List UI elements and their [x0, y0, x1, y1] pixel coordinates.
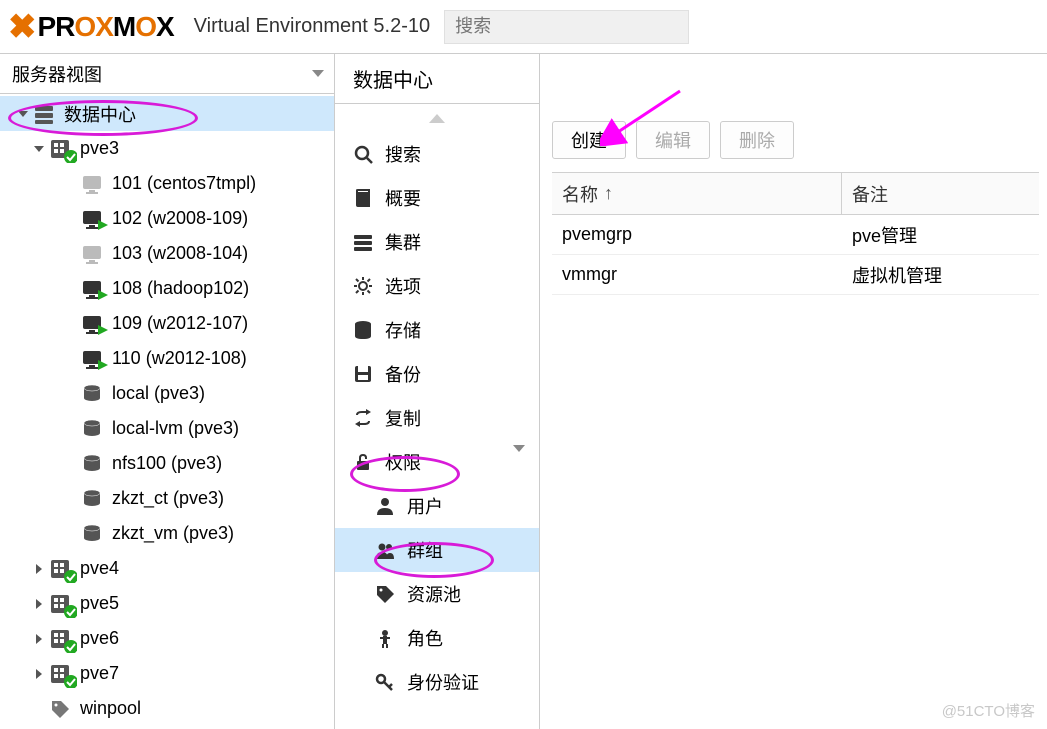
tree-node-pve5[interactable]: pve5	[0, 586, 334, 621]
cell-name: vmmgr	[562, 264, 852, 285]
tree-node-pve6[interactable]: pve6	[0, 621, 334, 656]
tree-vm[interactable]: 109 (w2012-107)	[0, 306, 334, 341]
menu-auth[interactable]: 身份验证	[335, 660, 539, 704]
view-selector[interactable]: 服务器视图	[0, 54, 334, 94]
view-selector-label: 服务器视图	[12, 61, 102, 87]
menu-groups[interactable]: 群组	[335, 528, 539, 572]
storage-icon	[78, 488, 106, 510]
gear-icon	[349, 275, 377, 297]
menu-search[interactable]: 搜索	[335, 132, 539, 176]
cell-note: pve管理	[852, 222, 1039, 248]
edit-button[interactable]: 编辑	[636, 121, 710, 159]
config-nav-panel: 数据中心 搜索 概要 集群 选项 存储 备份 复制 权限 用户 群组 资源池 角…	[335, 54, 540, 729]
storage-icon	[78, 418, 106, 440]
menu-backup[interactable]: 备份	[335, 352, 539, 396]
vm-icon	[78, 208, 106, 230]
datacenter-icon	[30, 103, 58, 125]
env-version: Virtual Environment 5.2-10	[194, 15, 430, 38]
menu-users[interactable]: 用户	[335, 484, 539, 528]
tree-storage[interactable]: local (pve3)	[0, 376, 334, 411]
node-icon	[46, 593, 74, 615]
tree-vm[interactable]: 103 (w2008-104)	[0, 236, 334, 271]
disk-icon	[349, 319, 377, 341]
vm-icon	[78, 348, 106, 370]
tag-icon	[371, 583, 399, 605]
toolbar: 创建 编辑 删除	[552, 116, 1039, 164]
node-icon	[46, 558, 74, 580]
table-row[interactable]: vmmgr 虚拟机管理	[552, 255, 1039, 295]
tree-pool-winpool[interactable]: winpool	[0, 691, 334, 726]
create-button[interactable]: 创建	[552, 121, 626, 159]
expander-icon[interactable]	[32, 634, 46, 644]
menu-summary[interactable]: 概要	[335, 176, 539, 220]
table-row[interactable]: pvemgrp pve管理	[552, 215, 1039, 255]
expander-icon[interactable]	[32, 669, 46, 679]
users-icon	[371, 539, 399, 561]
expander-icon[interactable]	[16, 111, 30, 117]
tree-node-pve7[interactable]: pve7	[0, 656, 334, 691]
node-icon	[46, 138, 74, 160]
tree-storage[interactable]: zkzt_vm (pve3)	[0, 516, 334, 551]
menu-storage[interactable]: 存储	[335, 308, 539, 352]
chevron-down-icon	[513, 452, 525, 473]
user-icon	[371, 495, 399, 517]
vm-icon	[78, 313, 106, 335]
storage-icon	[78, 523, 106, 545]
menu-permissions[interactable]: 权限	[335, 440, 539, 484]
collapse-up-button[interactable]	[335, 104, 539, 132]
storage-icon	[78, 383, 106, 405]
tree-node-pve4[interactable]: pve4	[0, 551, 334, 586]
tree-node-pve3[interactable]: pve3	[0, 131, 334, 166]
global-search-input[interactable]	[444, 10, 689, 44]
menu-pools[interactable]: 资源池	[335, 572, 539, 616]
resource-tree: 数据中心 pve3 101 (centos7tmpl) 102 (w2008-1…	[0, 94, 334, 729]
groups-table: 名称 备注 pvemgrp pve管理 vmmgr 虚拟机管理	[552, 172, 1039, 295]
vm-icon	[78, 278, 106, 300]
cell-name: pvemgrp	[562, 224, 852, 245]
expander-icon[interactable]	[32, 146, 46, 152]
pool-icon	[46, 698, 74, 720]
role-icon	[371, 627, 399, 649]
node-icon	[46, 663, 74, 685]
chevron-down-icon	[312, 70, 324, 77]
resource-tree-panel: 服务器视图 数据中心 pve3 101 (centos7tmpl) 102 (w…	[0, 54, 335, 729]
column-header-name[interactable]: 名称	[552, 173, 842, 214]
tree-datacenter[interactable]: 数据中心	[0, 96, 334, 131]
replication-icon	[349, 407, 377, 429]
tree-storage[interactable]: nfs100 (pve3)	[0, 446, 334, 481]
delete-button[interactable]: 删除	[720, 121, 794, 159]
proxmox-logo: ✖PROXMOX	[8, 7, 174, 47]
chevron-up-icon	[429, 114, 445, 123]
tree-storage[interactable]: zkzt_ct (pve3)	[0, 481, 334, 516]
menu-roles[interactable]: 角色	[335, 616, 539, 660]
column-header-note[interactable]: 备注	[842, 181, 1039, 207]
book-icon	[349, 187, 377, 209]
node-icon	[46, 628, 74, 650]
panel-title: 数据中心	[335, 54, 539, 104]
tree-vm[interactable]: 108 (hadoop102)	[0, 271, 334, 306]
vm-icon	[78, 243, 106, 265]
search-icon	[349, 143, 377, 165]
vm-icon	[78, 173, 106, 195]
menu-options[interactable]: 选项	[335, 264, 539, 308]
tree-vm[interactable]: 102 (w2008-109)	[0, 201, 334, 236]
expander-icon[interactable]	[32, 599, 46, 609]
menu-cluster[interactable]: 集群	[335, 220, 539, 264]
cluster-icon	[349, 231, 377, 253]
tree-vm[interactable]: 110 (w2012-108)	[0, 341, 334, 376]
tree-vm[interactable]: 101 (centos7tmpl)	[0, 166, 334, 201]
watermark: @51CTO博客	[942, 700, 1035, 721]
save-icon	[349, 363, 377, 385]
key-icon	[371, 671, 399, 693]
storage-icon	[78, 453, 106, 475]
menu-replication[interactable]: 复制	[335, 396, 539, 440]
app-header: ✖PROXMOX Virtual Environment 5.2-10	[0, 0, 1047, 54]
expander-icon[interactable]	[32, 564, 46, 574]
tree-storage[interactable]: local-lvm (pve3)	[0, 411, 334, 446]
lock-icon	[349, 451, 377, 473]
content-panel: 创建 编辑 删除 名称 备注 pvemgrp pve管理 vmmgr 虚拟机管理	[540, 54, 1047, 729]
cell-note: 虚拟机管理	[852, 262, 1039, 288]
